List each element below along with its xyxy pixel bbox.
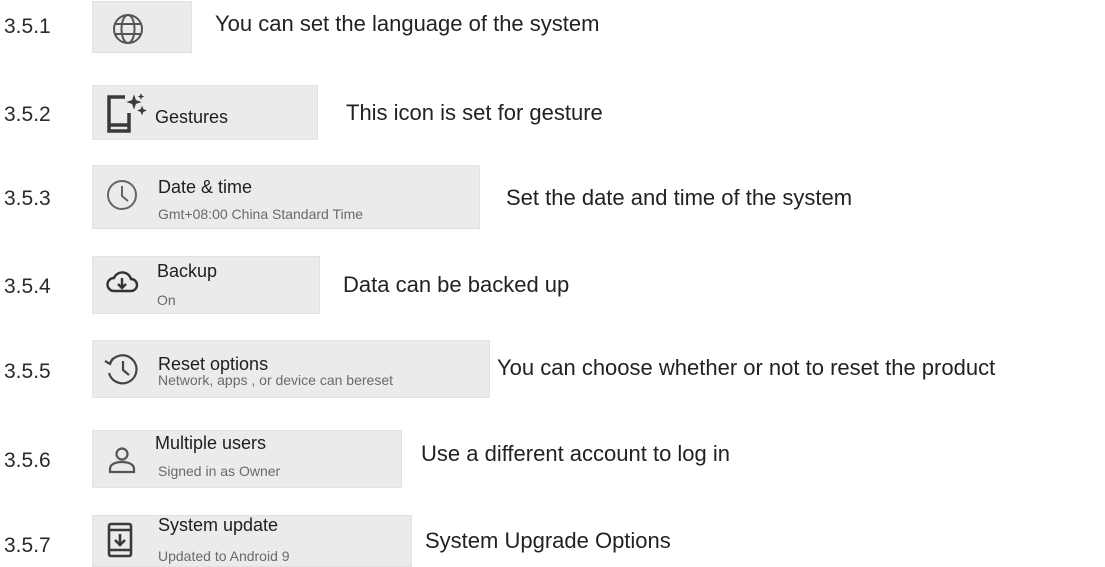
item-description: You can set the language of the system xyxy=(215,11,600,36)
section-3-5-3: 3.5.3 Date & time Gmt+08:00 China Standa… xyxy=(0,165,1105,229)
section-number: 3.5.3 xyxy=(4,187,51,210)
item-description: System Upgrade Options xyxy=(425,528,671,553)
cloud-backup-icon xyxy=(105,269,139,295)
section-3-5-2: 3.5.2 Gestures This icon is set for gest… xyxy=(0,83,1105,145)
section-3-5-5: 3.5.5 Reset options Network, apps , or d… xyxy=(0,338,1105,400)
item-subtitle: Updated to Android 9 xyxy=(158,548,290,564)
section-3-5-7: 3.5.7 System update Updated to Android 9… xyxy=(0,505,1105,567)
backup-setting-card[interactable]: Backup On xyxy=(92,256,320,314)
item-description: You can choose whether or not to reset t… xyxy=(497,355,996,380)
language-setting-card[interactable] xyxy=(92,1,192,53)
item-subtitle: Gmt+08:00 China Standard Time xyxy=(158,206,364,222)
item-description: Use a different account to log in xyxy=(421,441,731,466)
item-description: Set the date and time of the system xyxy=(506,185,853,210)
gestures-icon xyxy=(103,93,147,135)
gestures-setting-card[interactable]: Gestures xyxy=(92,85,318,140)
system-update-setting-card[interactable]: System update Updated to Android 9 xyxy=(92,515,412,567)
item-title: Multiple users xyxy=(155,433,267,453)
item-subtitle: Signed in as Owner xyxy=(158,463,281,479)
section-number: 3.5.1 xyxy=(4,15,51,38)
section-number: 3.5.6 xyxy=(4,449,51,472)
section-number: 3.5.4 xyxy=(4,275,51,298)
globe-icon xyxy=(111,12,145,46)
item-title: Backup xyxy=(157,261,218,281)
clock-icon xyxy=(105,178,139,212)
date-time-setting-card[interactable]: Date & time Gmt+08:00 China Standard Tim… xyxy=(92,165,480,229)
section-3-5-6: 3.5.6 Multiple users Signed in as Owner … xyxy=(0,425,1105,488)
section-number: 3.5.7 xyxy=(4,534,51,557)
section-3-5-4: 3.5.4 Backup On Data can be backed up xyxy=(0,255,1105,317)
item-title: System update xyxy=(158,515,279,535)
multiple-users-setting-card[interactable]: Multiple users Signed in as Owner xyxy=(92,430,402,488)
system-update-icon xyxy=(107,522,133,558)
item-subtitle: On xyxy=(157,292,176,308)
item-title: Gestures xyxy=(155,107,229,127)
section-number: 3.5.2 xyxy=(4,103,51,126)
item-description: Data can be backed up xyxy=(343,272,570,297)
user-icon xyxy=(107,445,137,475)
section-number: 3.5.5 xyxy=(4,360,51,383)
reset-history-icon xyxy=(103,350,141,388)
item-description: This icon is set for gesture xyxy=(346,100,603,125)
section-3-5-1: 3.5.1 You can set the language of the sy… xyxy=(0,0,1105,62)
item-title: Date & time xyxy=(158,177,253,197)
item-subtitle: Network, apps , or device can bereset xyxy=(158,372,394,388)
reset-options-setting-card[interactable]: Reset options Network, apps , or device … xyxy=(92,340,490,398)
